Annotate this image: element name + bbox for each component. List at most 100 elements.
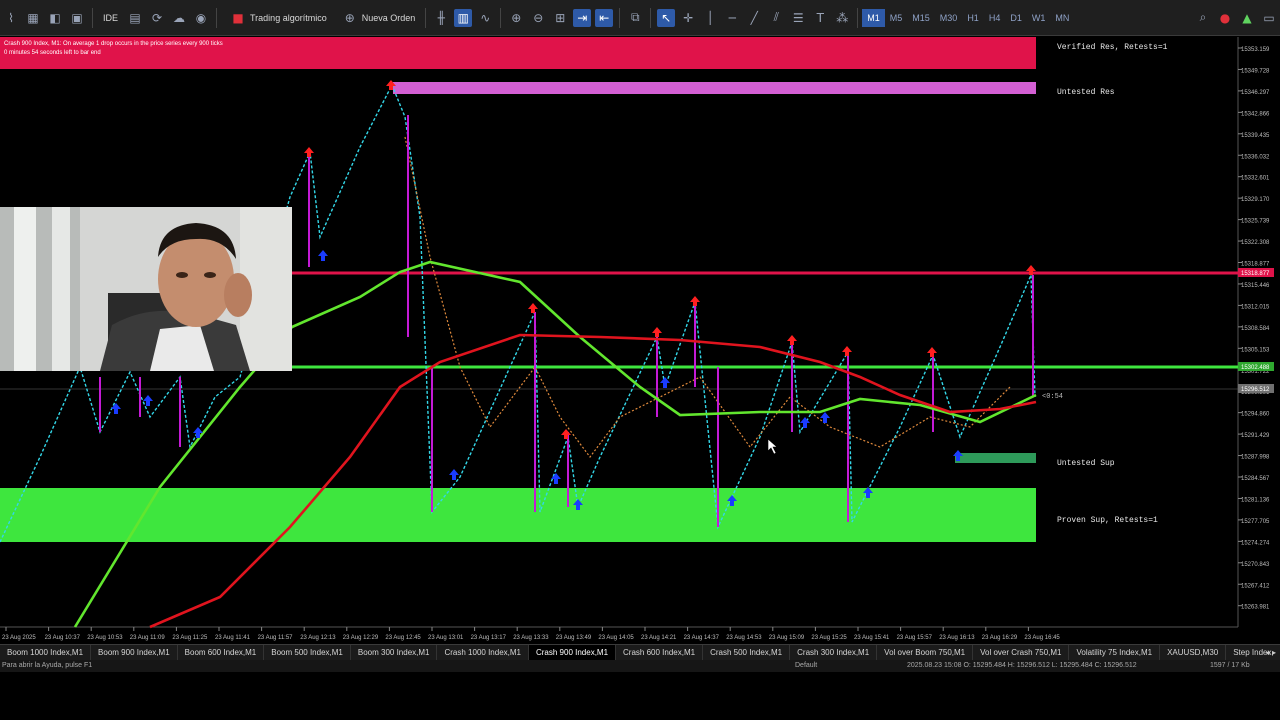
line-chart-icon[interactable]: ∿	[476, 9, 494, 27]
main-toolbar: ⌇ ▦ ◧ ▣ IDE ▤ ⟳ ☁ ◉ ■ Trading algorítmic…	[0, 0, 1280, 36]
price-tick-label: 15336.032	[1241, 154, 1270, 160]
mouse-cursor-icon	[767, 438, 778, 455]
time-tick-label: 23 Aug 16:13	[939, 635, 975, 641]
time-tick-label: 23 Aug 2025	[2, 635, 36, 641]
time-tick-label: 23 Aug 13:01	[428, 635, 464, 641]
price-tick-label: 15305.153	[1241, 347, 1270, 353]
timeframe-h4[interactable]: H4	[984, 9, 1006, 27]
briefcase-icon[interactable]: ▤	[126, 9, 144, 27]
chart-tab[interactable]: Boom 1000 Index,M1	[0, 645, 92, 660]
vertical-line-icon[interactable]: │	[701, 9, 719, 27]
timeframe-m15[interactable]: M15	[907, 9, 935, 27]
history-icon[interactable]: ⟳	[148, 9, 166, 27]
price-tick-label: 15318.877	[1241, 262, 1270, 268]
fibonacci-icon[interactable]: ☰	[789, 9, 807, 27]
timeframe-mn[interactable]: MN	[1050, 9, 1074, 27]
status-traffic: 1597 / 17 Kb	[1210, 662, 1250, 669]
chart-tab[interactable]: Boom 900 Index,M1	[91, 645, 178, 660]
indicator-info-line: Crash 900 Index, M1: On average 1 drop o…	[4, 41, 223, 47]
bar-chart-icon[interactable]: ╫	[432, 9, 450, 27]
timeframe-m5[interactable]: M5	[885, 9, 908, 27]
chart-tab[interactable]: Crash 900 Index,M1	[528, 645, 617, 660]
time-tick-label: 23 Aug 15:25	[811, 635, 847, 641]
timeframe-m30[interactable]: M30	[935, 9, 963, 27]
chart-tab[interactable]: Boom 300 Index,M1	[351, 645, 438, 660]
shapes-icon[interactable]: ⁂	[833, 9, 851, 27]
lock-icon[interactable]: ▣	[68, 9, 86, 27]
chart-tab[interactable]: Crash 300 Index,M1	[790, 645, 878, 660]
chart-tab[interactable]: Vol over Boom 750,M1	[877, 645, 974, 660]
timeframes: M1 M5 M15 M30 H1 H4 D1 W1 MN	[862, 8, 1074, 27]
connection-icon[interactable]: ▲	[1238, 9, 1256, 27]
candles-icon[interactable]: ▥	[454, 8, 473, 27]
time-tick-label: 23 Aug 13:33	[513, 635, 549, 641]
price-tick-label: 15291.429	[1241, 433, 1270, 439]
time-tick-label: 23 Aug 10:37	[45, 635, 81, 641]
timeframe-w1[interactable]: W1	[1027, 9, 1051, 27]
window-menu-icon[interactable]: ▭	[1260, 9, 1278, 27]
notifications-icon[interactable]: ●	[1216, 9, 1234, 27]
sell-arrow-icon	[927, 347, 937, 357]
channel-icon[interactable]: ⫽	[767, 9, 785, 27]
price-tick-label: 15346.297	[1241, 90, 1270, 96]
indicators-icon[interactable]: ⧉	[626, 9, 644, 27]
timeframe-d1[interactable]: D1	[1005, 9, 1027, 27]
time-tick-label: 23 Aug 11:09	[130, 635, 166, 641]
zone-untested-sup	[955, 453, 1036, 463]
zone-label-proven-sup: Proven Sup, Retests=1	[1057, 516, 1158, 525]
search-icon[interactable]: ⌕	[1194, 9, 1212, 27]
timeframe-h1[interactable]: H1	[962, 9, 984, 27]
chart-tab[interactable]: Crash 1000 Index,M1	[437, 645, 529, 660]
chart-tab[interactable]: Boom 600 Index,M1	[178, 645, 265, 660]
price-tick-label: 15342.866	[1241, 111, 1270, 117]
chart-tab[interactable]: Crash 500 Index,M1	[703, 645, 791, 660]
sell-arrow-icon	[690, 296, 700, 306]
price-tick-label: 15281.136	[1241, 497, 1270, 503]
cursor-icon[interactable]: ↖	[657, 8, 676, 27]
chart-tabs: Boom 1000 Index,M1 Boom 900 Index,M1 Boom …	[0, 644, 1280, 660]
buy-arrow-icon	[449, 469, 459, 480]
time-tick-label: 23 Aug 12:13	[300, 635, 336, 641]
market-icon[interactable]: ☁	[170, 9, 188, 27]
price-tick-label: 15308.584	[1241, 326, 1270, 332]
signals-icon[interactable]: ◉	[192, 9, 210, 27]
ide-button[interactable]: IDE	[97, 8, 124, 28]
trendline-icon[interactable]: ╱	[745, 9, 763, 27]
new-chart-icon[interactable]: ▦	[24, 9, 42, 27]
tab-scroll-arrows[interactable]: ◂ ▸	[1265, 645, 1276, 660]
time-tick-label: 23 Aug 14:21	[641, 635, 677, 641]
time-tick-label: 23 Aug 15:09	[769, 635, 805, 641]
timeframe-m1[interactable]: M1	[862, 8, 885, 27]
crosshair-icon[interactable]: ✛	[679, 9, 697, 27]
autoscroll-icon[interactable]: ⇥	[573, 8, 592, 27]
grid-icon[interactable]: ⊞	[551, 9, 569, 27]
bar-timer-line: 0 minutes 54 seconds left to bar end	[4, 50, 101, 56]
bar-countdown: <0:54	[1042, 393, 1064, 401]
zone-label-untested-sup: Untested Sup	[1057, 459, 1115, 468]
price-tick-label: 15277.705	[1241, 519, 1270, 525]
buy-arrow-icon	[551, 473, 561, 484]
chart-shift-icon[interactable]: ⇤	[595, 8, 614, 27]
chart-tab[interactable]: Crash 600 Index,M1	[616, 645, 704, 660]
chart-tab[interactable]: Boom 500 Index,M1	[264, 645, 351, 660]
sell-arrow-icon	[652, 327, 662, 337]
zoom-out-icon[interactable]: ⊖	[529, 9, 547, 27]
horizontal-line-icon[interactable]: ─	[723, 9, 741, 27]
webcam-overlay	[0, 207, 292, 371]
chart-tab[interactable]: Vol over Crash 750,M1	[973, 645, 1070, 660]
chart-type-icon[interactable]: ⌇	[2, 9, 20, 27]
chart-tab[interactable]: Volatility 75 Index,M1	[1069, 645, 1161, 660]
price-tick-label: 15325.739	[1241, 219, 1270, 225]
algo-trading-button[interactable]: ■ Trading algorítmico	[221, 8, 333, 28]
price-tick-label: 15332.601	[1241, 176, 1270, 182]
chart-tab[interactable]: XAUUSD,M30	[1160, 645, 1227, 660]
time-tick-label: 23 Aug 11:41	[215, 635, 251, 641]
slow-moving-average	[149, 333, 1037, 629]
profiles-icon[interactable]: ◧	[46, 9, 64, 27]
zoom-in-icon[interactable]: ⊕	[507, 9, 525, 27]
buy-arrow-icon	[318, 250, 328, 261]
text-icon[interactable]: T	[811, 9, 829, 27]
new-order-button[interactable]: ⊕ Nueva Orden	[333, 8, 422, 28]
status-help: Para abrir la Ayuda, pulse F1	[2, 662, 93, 669]
time-tick-label: 23 Aug 10:53	[87, 635, 123, 641]
